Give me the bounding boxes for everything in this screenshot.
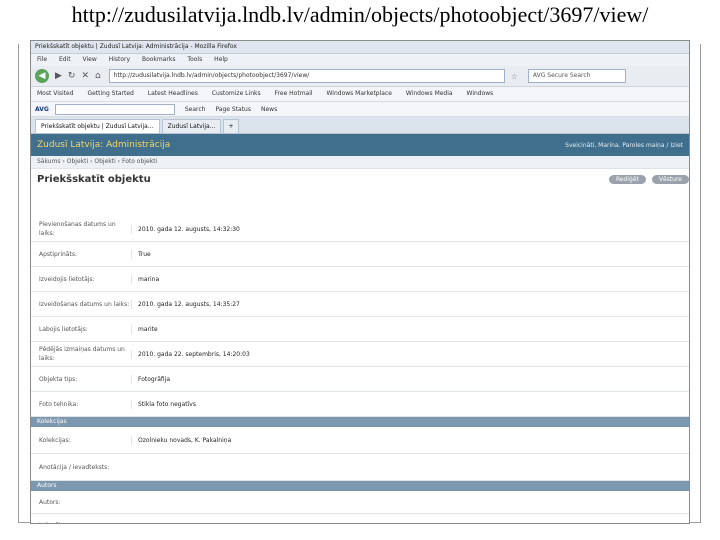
bookmark-item[interactable]: Customize Links	[212, 90, 261, 97]
content-header: Priekšskatīt objektu Rediģēt Vēsture	[31, 169, 689, 189]
navigation-toolbar: ◀ ▶ ↻ ✕ ⌂ http://zudusilatvija.lndb.lv/a…	[31, 66, 689, 87]
window-title: Priekšskatīt objektu | Zudusī Latvija: A…	[31, 41, 689, 54]
field-row: Izdevējs:	[31, 514, 689, 524]
slide-frame-right	[700, 44, 701, 522]
menu-view[interactable]: View	[83, 56, 97, 63]
field-value: Ozolnieku novads, K. Pakalniņa	[131, 435, 231, 445]
menu-history[interactable]: History	[109, 56, 130, 63]
home-icon[interactable]: ⌂	[95, 71, 101, 81]
bookmarks-toolbar: Most Visited Getting Started Latest Head…	[31, 87, 689, 102]
field-label: Izdevējs:	[31, 521, 131, 524]
search-input[interactable]: AVG Secure Search	[527, 69, 626, 83]
tab-active[interactable]: Priekšskatīt objektu | Zudusī Latvija...	[35, 119, 160, 133]
field-label: Pievienošanas datums un laiks:	[39, 221, 116, 237]
field-row: Kolekcijas: Ozolnieku novads, K. Pakalniņ…	[31, 427, 689, 454]
bookmark-item[interactable]: Getting Started	[87, 90, 133, 97]
url-caption: http://zudusilatvija.lndb.lv/admin/objec…	[71, 2, 649, 27]
forward-icon[interactable]: ▶	[55, 71, 62, 81]
bookmark-item[interactable]: Windows Media	[406, 90, 453, 97]
avg-page-status-button[interactable]: Page Status	[215, 106, 251, 113]
avg-news-button[interactable]: News	[261, 106, 277, 113]
back-icon[interactable]: ◀	[35, 69, 49, 83]
avg-logo: AVG	[35, 105, 49, 113]
new-tab-icon[interactable]: +	[223, 119, 239, 133]
field-label: Labojis lietotājs:	[39, 325, 88, 333]
avg-toolbar: AVG Search Page Status News	[31, 102, 689, 117]
field-row: Anotācija / ievadteksts:	[31, 454, 689, 481]
field-row: Izveidojis lietotājs: marina	[31, 267, 689, 292]
field-row: Labojis lietotājs: marite	[31, 317, 689, 342]
menu-help[interactable]: Help	[214, 56, 228, 63]
site-title[interactable]: Zudusī Latvija: Administrācija	[37, 140, 170, 150]
field-label: Objekta tips:	[39, 375, 78, 383]
field-value: Stikla foto negatīvs	[131, 399, 196, 409]
fieldset-title: Autors	[31, 481, 689, 491]
bookmark-item[interactable]: Windows Marketplace	[326, 90, 391, 97]
admin-header: Zudusī Latvija: Administrācija Sveicināt…	[31, 134, 689, 156]
edit-button[interactable]: Rediģēt	[608, 174, 646, 184]
menu-tools[interactable]: Tools	[187, 56, 202, 63]
menu-bar: File Edit View History Bookmarks Tools H…	[31, 54, 689, 66]
history-button[interactable]: Vēsture	[651, 174, 689, 184]
bookmark-item[interactable]: Latest Headlines	[148, 90, 198, 97]
field-label: Kolekcijas:	[39, 436, 71, 444]
avg-search-input[interactable]	[54, 103, 175, 115]
field-value: marite	[131, 324, 158, 334]
menu-bookmarks[interactable]: Bookmarks	[142, 56, 176, 63]
user-tools[interactable]: Sveicināti, Marina. Paroles maiņa / Izie…	[565, 142, 683, 149]
field-row: Objekta tips: Fotogrāfija	[31, 367, 689, 392]
field-value: marina	[131, 274, 159, 284]
field-row: Foto tehnika: Stikla foto negatīvs	[31, 392, 689, 417]
menu-file[interactable]: File	[37, 56, 47, 63]
field-value: 2010. gada 12. augusts, 14:35:27	[131, 299, 240, 309]
field-row: Pēdējās izmaiņas datums un laiks: 2010. g…	[31, 342, 689, 367]
bookmark-item[interactable]: Free Hotmail	[275, 90, 313, 97]
field-value: Fotogrāfija	[131, 374, 170, 384]
bookmark-star-icon[interactable]: ☆	[511, 72, 518, 81]
reload-icon[interactable]: ↻	[68, 71, 76, 81]
tab-inactive[interactable]: Zudusī Latvija...	[161, 119, 222, 133]
field-row: Izveidošanas datums un laiks: 2010. gada …	[31, 292, 689, 317]
field-label: Autors:	[39, 498, 61, 506]
field-label: Foto tehnika:	[39, 400, 79, 408]
field-label: Izveidošanas datums un laiks:	[39, 300, 130, 308]
tab-strip: Priekšskatīt objektu | Zudusī Latvija...…	[31, 117, 689, 134]
slide-frame-left	[18, 44, 19, 522]
breadcrumb[interactable]: Sākums › Objekti › Objekti › Foto objekt…	[31, 156, 689, 169]
address-bar[interactable]: http://zudusilatvija.lndb.lv/admin/objec…	[108, 69, 505, 83]
object-detail-form: Pievienošanas datums un laiks: 2010. gada…	[31, 217, 689, 524]
menu-edit[interactable]: Edit	[59, 56, 71, 63]
field-row: Apstiprināts: True	[31, 242, 689, 267]
field-label: Pēdējās izmaiņas datums un laiks:	[39, 346, 125, 362]
field-row: Autors:	[31, 491, 689, 514]
stop-icon[interactable]: ✕	[81, 71, 89, 81]
field-label: Anotācija / ievadteksts:	[39, 463, 110, 471]
fieldset-title: Kolekcijas	[31, 417, 689, 427]
field-row: Pievienošanas datums un laiks: 2010. gada…	[31, 217, 689, 242]
object-tools: Rediģēt Vēsture	[603, 174, 689, 184]
field-value: True	[131, 249, 151, 259]
field-label: Apstiprināts:	[39, 250, 77, 258]
field-value: 2010. gada 12. augusts, 14:32:30	[131, 224, 240, 234]
page-title: Priekšskatīt objektu	[37, 173, 151, 185]
bookmark-item[interactable]: Most Visited	[37, 90, 74, 97]
field-label: Izveidojis lietotājs:	[39, 275, 95, 283]
avg-search-button[interactable]: Search	[185, 106, 206, 113]
browser-window: Priekšskatīt objektu | Zudusī Latvija: A…	[30, 40, 690, 524]
bookmark-item[interactable]: Windows	[467, 90, 494, 97]
field-value: 2010. gada 22. septembris, 14:20:03	[131, 349, 250, 359]
